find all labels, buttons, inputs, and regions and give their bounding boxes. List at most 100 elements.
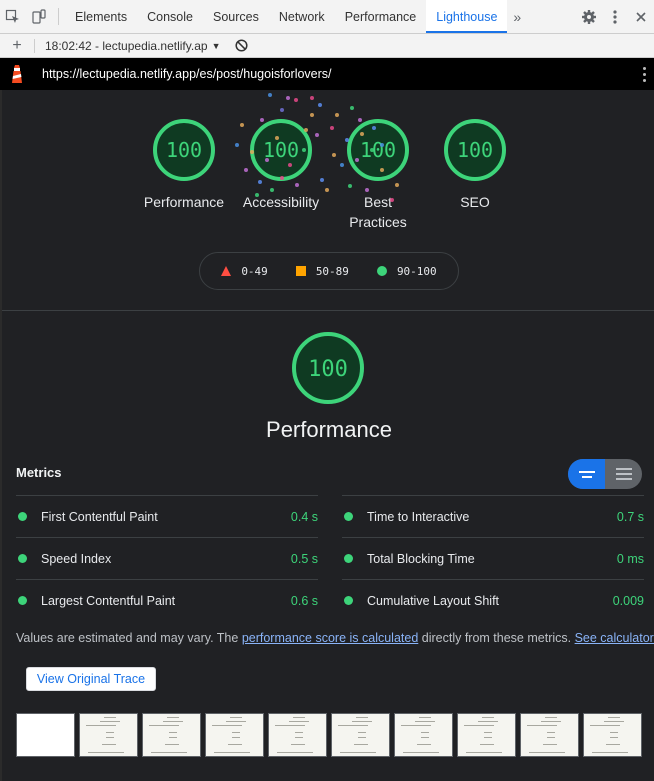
gauge-score: 100: [263, 138, 299, 162]
gauge-ring: 100: [292, 332, 364, 404]
legend-average: 50-89: [295, 264, 349, 278]
lighthouse-report-bar: + 18:02:42 - lectupedia.netlify.ap ▼: [0, 34, 654, 58]
report-topbar: https://lectupedia.netlify.app/es/post/h…: [0, 58, 654, 90]
filmstrip-frame: [394, 713, 453, 757]
metric-value: 0.009: [612, 593, 644, 608]
metric-value: 0.7 s: [616, 509, 644, 524]
device-toolbar-icon[interactable]: [26, 0, 52, 33]
gauge-accessibility[interactable]: 100 Accessibility: [231, 118, 331, 212]
pass-circle-icon: [344, 512, 353, 521]
metric-name: Total Blocking Time: [367, 551, 475, 566]
note-prefix: Values are estimated and may vary. The: [16, 631, 242, 645]
gauge-label: Performance: [143, 194, 225, 210]
metric-name: Speed Index: [41, 551, 112, 566]
metrics-header: Metrics: [16, 465, 62, 480]
gauge-label: Accessibility: [242, 194, 320, 210]
more-tabs-icon[interactable]: »: [507, 0, 527, 33]
performance-gauge: 100: [290, 330, 366, 411]
metric-largest-contentful-paint: Largest Contentful Paint 0.6 s: [16, 579, 318, 621]
note-middle: directly from these metrics.: [418, 631, 575, 645]
metric-name: Largest Contentful Paint: [41, 593, 176, 608]
pass-circle-icon: [18, 512, 27, 521]
gauge-ring: 100: [153, 119, 215, 181]
metric-name: Cumulative Layout Shift: [367, 593, 500, 608]
tab-console[interactable]: Console: [137, 0, 203, 33]
metric-name: Time to Interactive: [367, 509, 470, 524]
filmstrip-frame: [457, 713, 516, 757]
triangle-fail-icon: [221, 266, 232, 276]
legend-average-label: 50-89: [315, 264, 349, 278]
filmstrip-frame: [205, 713, 264, 757]
gauge-score: 100: [360, 138, 396, 162]
metric-name: First Contentful Paint: [41, 509, 158, 524]
legend-pass-label: 90-100: [396, 264, 437, 278]
report-url[interactable]: https://lectupedia.netlify.app/es/post/h…: [42, 67, 332, 81]
lighthouse-logo-icon: [0, 64, 34, 84]
filmstrip-frame: [520, 713, 579, 757]
metric-value: 0.4 s: [290, 509, 318, 524]
metrics-view-toggle[interactable]: [568, 459, 642, 489]
filmstrip-frame: [142, 713, 201, 757]
pass-circle-icon: [18, 554, 27, 563]
toolbar-divider: [34, 38, 35, 53]
gauge-ring: 100: [444, 119, 506, 181]
metric-first-contentful-paint: First Contentful Paint 0.4 s: [16, 495, 318, 537]
tab-performance[interactable]: Performance: [335, 0, 427, 33]
gauge-ring: 100: [250, 119, 312, 181]
compact-view-icon[interactable]: [568, 459, 605, 489]
metric-cumulative-layout-shift: Cumulative Layout Shift 0.009: [342, 579, 644, 621]
customize-menu-icon[interactable]: [602, 9, 628, 24]
gauge-best-practices[interactable]: 100 Best Practices: [328, 118, 428, 232]
metrics-column-right: Time to Interactive 0.7 s Total Blocking…: [342, 495, 644, 621]
filmstrip-frame: [79, 713, 138, 757]
filmstrip: [16, 713, 642, 757]
metric-total-blocking-time: Total Blocking Time 0 ms: [342, 537, 644, 579]
tab-lighthouse[interactable]: Lighthouse: [426, 0, 508, 33]
metric-speed-index: Speed Index 0.5 s: [16, 537, 318, 579]
metric-time-to-interactive: Time to Interactive 0.7 s: [342, 495, 644, 537]
metrics-column-left: First Contentful Paint 0.4 s Speed Index…: [16, 495, 318, 621]
block-icon[interactable]: [234, 39, 248, 53]
metric-value: 0.5 s: [290, 551, 318, 566]
performance-title: Performance: [266, 417, 392, 442]
metric-value: 0 ms: [616, 551, 644, 566]
gauge-seo[interactable]: 100 SEO: [425, 118, 525, 212]
inspect-element-icon[interactable]: [0, 0, 26, 33]
gauge-label: Best Practices: [349, 194, 407, 230]
metrics-disclaimer: Values are estimated and may vary. The p…: [16, 631, 654, 645]
metric-value: 0.6 s: [290, 593, 318, 608]
settings-gear-icon[interactable]: [576, 9, 602, 25]
gauge-score: 100: [457, 138, 493, 162]
square-average-icon: [295, 266, 306, 276]
pass-circle-icon: [18, 596, 27, 605]
report-select-dropdown[interactable]: 18:02:42 - lectupedia.netlify.ap ▼: [45, 39, 220, 53]
tab-sources[interactable]: Sources: [203, 0, 269, 33]
score-scale-legend: 0-49 50-89 90-100: [199, 252, 459, 290]
lighthouse-report: 100 Performance 100 Accessibility 100 Be…: [0, 90, 654, 781]
legend-pass: 90-100: [376, 264, 437, 278]
close-devtools-icon[interactable]: [628, 11, 654, 23]
toolbar-divider: [58, 8, 59, 25]
report-select-value: 18:02:42 - lectupedia.netlify.ap: [45, 38, 208, 53]
score-gauges: 100 Performance 100 Accessibility 100 Be…: [2, 90, 654, 240]
report-menu-icon[interactable]: [634, 66, 654, 82]
gauge-score: 100: [166, 138, 202, 162]
devtools-tab-bar: Elements Console Sources Network Perform…: [0, 0, 654, 34]
tab-network[interactable]: Network: [269, 0, 335, 33]
expanded-view-icon[interactable]: [605, 459, 642, 489]
section-divider: [2, 310, 654, 311]
legend-fail-label: 0-49: [241, 264, 268, 278]
gauge-performance[interactable]: 100 Performance: [134, 118, 234, 212]
score-calculation-link[interactable]: performance score is calculated: [242, 631, 418, 645]
pass-circle-icon: [344, 596, 353, 605]
filmstrip-frame: [268, 713, 327, 757]
tab-elements[interactable]: Elements: [65, 0, 137, 33]
gauge-score: 100: [308, 357, 348, 382]
caret-down-icon: ▼: [211, 40, 221, 51]
calculator-link[interactable]: See calculator.: [575, 631, 654, 645]
view-original-trace-button[interactable]: View Original Trace: [26, 667, 156, 691]
filmstrip-frame: [583, 713, 642, 757]
legend-fail: 0-49: [221, 265, 268, 278]
plus-icon[interactable]: +: [0, 37, 34, 55]
filmstrip-frame: [16, 713, 75, 757]
